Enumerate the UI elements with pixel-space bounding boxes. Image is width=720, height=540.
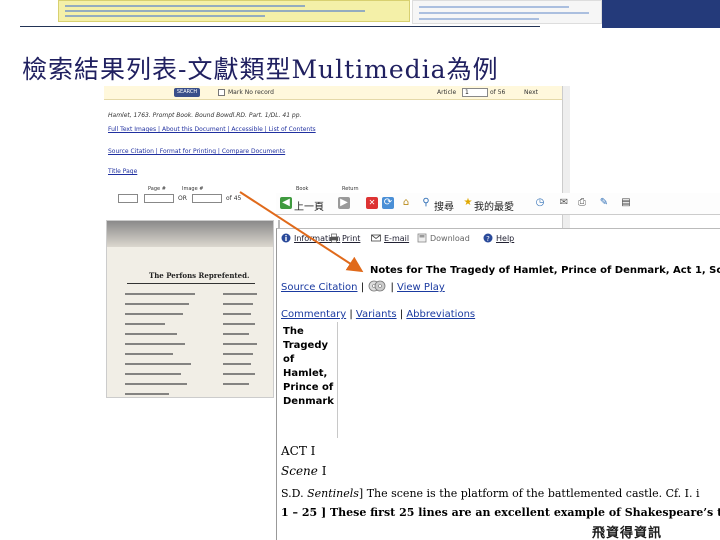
favorites-button-label[interactable]: 我的最愛 [474,198,514,213]
article-label: Article [437,89,457,96]
print-label: Print [342,234,361,243]
download-label: Download [430,234,470,243]
note-sentinels: S.D. Sentinels] The scene is the platfor… [281,487,700,500]
browser-toolbar: ◀ 上一頁 ▶ ✕ ⟳ ⌂ ⚲ 搜尋 ★ 我的最愛 ◷ ✉ ⎙ ✎ ▤ [276,193,720,215]
frame-divider[interactable] [337,322,338,438]
image-total: of 45 [226,195,242,202]
mark-checkbox[interactable] [218,89,225,96]
separator: | [399,309,404,320]
scene-number: I [321,464,327,478]
cd-icon[interactable] [367,280,387,292]
slide-title: 檢索結果列表-文獻類型Multimedia為例 [22,55,499,84]
printer-icon [329,233,339,243]
search-button[interactable]: SEARCH [174,88,200,97]
scene-word: Scene [281,464,318,478]
search-icon[interactable]: ⚲ [420,197,432,209]
email-tool[interactable]: E-mail [371,233,409,243]
help-label: Help [496,234,515,243]
book-label: Book [296,186,309,192]
back-arrow-icon[interactable]: ◀ [280,197,292,209]
note-text: ] The scene is the platform of the battl… [358,487,700,500]
top-strip [0,0,720,28]
commentary-link[interactable]: Commentary [281,309,346,320]
note-lines-1-25: 1 – 25 ] These first 25 lines are an exc… [281,506,720,519]
refresh-icon[interactable]: ⟳ [382,197,394,209]
discuss-icon[interactable]: ▤ [620,197,632,209]
back-button-label[interactable]: 上一頁 [294,198,324,213]
envelope-icon [371,233,381,243]
image-number-input[interactable] [192,194,222,203]
citation-links[interactable]: Source Citation | Format for Printing | … [108,148,285,155]
search-bar: SEARCH Mark No record Article 1 of 56 Ne… [104,86,570,100]
top-screenshot-thumbnail-2 [412,0,602,24]
mark-label: Mark No record [228,89,274,96]
help-icon: ? [483,233,493,243]
separator: | [360,282,365,293]
print-icon[interactable]: ⎙ [576,197,588,209]
scan-heading: The Perfons Reprefented. [149,271,250,280]
search-button-label[interactable]: 搜尋 [434,198,454,213]
email-label: E-mail [384,234,410,243]
commentary-links: Commentary | Variants | Abbreviations [281,309,475,320]
forward-arrow-icon[interactable]: ▶ [338,197,350,209]
favorites-star-icon[interactable]: ★ [462,197,474,209]
note-text-2: 1 – 25 ] These first 25 lines are an exc… [281,506,720,519]
title-page-link[interactable]: Title Page [108,168,137,175]
prev-page-button[interactable] [118,194,138,203]
view-play-link[interactable]: View Play [397,282,445,293]
scene-label: Scene I [281,464,326,478]
edit-icon[interactable]: ✎ [598,197,610,209]
separator: | [390,282,394,293]
or-label: OR [178,195,187,202]
history-icon[interactable]: ◷ [534,197,546,209]
page-number-input[interactable] [144,194,174,203]
document-links[interactable]: Full Text Images | About this Document |… [108,126,316,133]
image-label: Image # [182,186,204,192]
document-title: Hamlet, 1763. Prompt Book. Bound Bowdl.R… [108,112,302,119]
note-term: Sentinels [307,487,359,500]
separator: | [349,309,353,320]
variants-link[interactable]: Variants [356,309,397,320]
scanned-page-image: The Perfons Reprefented. [106,220,274,398]
download-tool[interactable]: Download [417,233,470,243]
page-label: Page # [148,186,166,192]
footer-brand: 飛資得資訊 [592,526,663,540]
abbreviations-link[interactable]: Abbreviations [406,309,475,320]
stop-icon[interactable]: ✕ [366,197,378,209]
play-title: The Tragedy of Hamlet, Prince of Denmark [283,326,334,407]
article-number-input[interactable]: 1 [462,88,488,97]
top-screenshot-thumbnail [58,0,410,22]
note-ref: S.D. [281,487,304,500]
source-citation-link[interactable]: Source Citation [281,282,358,293]
svg-text:?: ? [486,235,490,243]
source-links: Source Citation | | View Play [281,280,445,293]
top-blue-bar [602,0,720,28]
top-rule [20,26,540,27]
download-icon [417,233,427,243]
act-label: ACT I [281,444,316,458]
home-icon[interactable]: ⌂ [400,197,412,209]
notes-popup-window: Information Print E-mail Download ? Help… [276,228,720,540]
print-tool[interactable]: Print [329,233,360,243]
article-total: of 56 [490,89,506,96]
return-label: Return [342,186,359,192]
next-article-link[interactable]: Next [524,89,538,96]
help-tool[interactable]: ? Help [483,233,514,243]
info-icon [281,233,291,243]
mail-icon[interactable]: ✉ [558,197,570,209]
notes-heading: Notes for The Tragedy of Hamlet, Prince … [370,265,720,276]
